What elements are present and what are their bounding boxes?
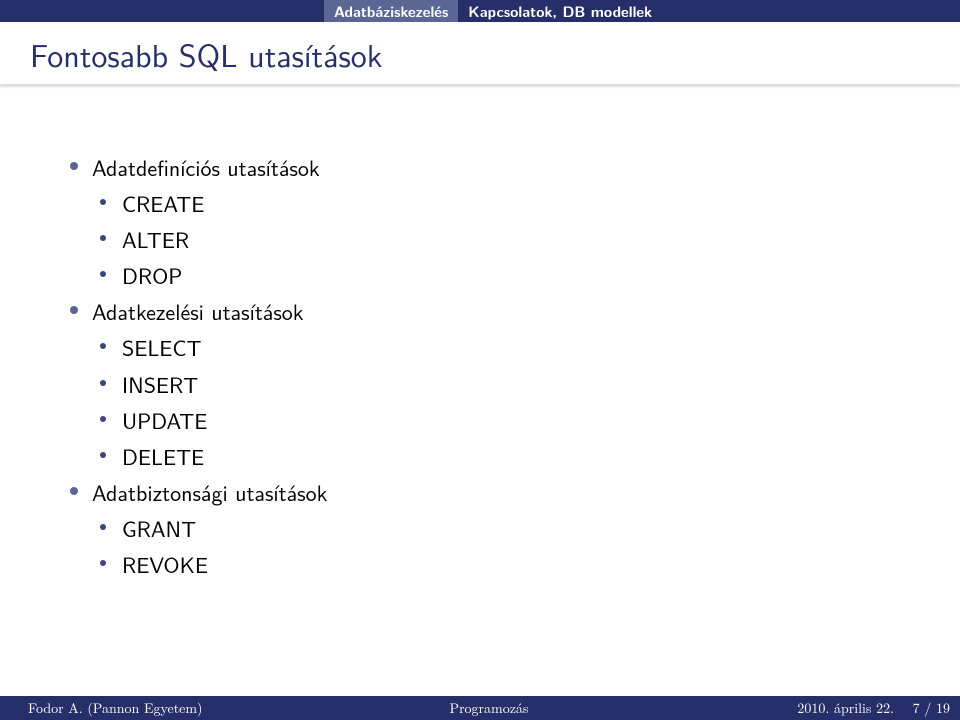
footer-course: Programozás (335, 698, 642, 718)
nav-bar: Adatbáziskezelés Kapcsolatok, DB modelle… (0, 0, 960, 22)
sub-bullet: UPDATE (100, 403, 920, 437)
sub-bullet: INSERT (100, 367, 920, 401)
bullet-label: Adatdefiníciós utasítások (92, 151, 320, 183)
slide-body: Adatdefiníciós utasítások CREATE ALTER D… (70, 150, 920, 583)
footer-bar: Fodor A. (Pannon Egyetem) Programozás 20… (0, 696, 960, 720)
nav-section-label: Adatbáziskezelés (334, 1, 448, 22)
sub-bullet-label: INSERT (122, 368, 198, 400)
nav-subsection[interactable]: Kapcsolatok, DB modellek (458, 0, 662, 22)
sub-bullet: GRANT (100, 511, 920, 545)
sub-bullet: CREATE (100, 186, 920, 220)
bullet-label: Adatkezelési utasítások (92, 295, 304, 327)
sub-bullet: DELETE (100, 439, 920, 473)
bullet-label: Adatbiztonsági utasítások (92, 476, 327, 508)
footer-author: Fodor A. (Pannon Egyetem) (0, 698, 335, 718)
slide-title: Fontosabb SQL utasítások (30, 30, 382, 77)
nav-section-active[interactable]: Adatbáziskezelés (324, 0, 458, 22)
bullet-item: Adatbiztonsági utasítások (70, 475, 920, 509)
sub-bullet: ALTER (100, 222, 920, 256)
footer-right: 2010. április 22. 7 / 19 (643, 698, 960, 718)
footer-date: 2010. április 22. (797, 698, 894, 718)
footer-page: 7 / 19 (913, 698, 950, 718)
bullet-item: Adatdefiníciós utasítások (70, 150, 920, 184)
bullet-item: Adatkezelési utasítások (70, 294, 920, 328)
sub-bullet-label: DELETE (122, 440, 204, 472)
sub-bullet: REVOKE (100, 547, 920, 581)
sub-bullet-label: CREATE (122, 187, 204, 219)
sub-bullet-label: DROP (122, 259, 182, 291)
sub-bullet: SELECT (100, 330, 920, 364)
sub-bullet: DROP (100, 258, 920, 292)
slide-title-block: Fontosabb SQL utasítások (0, 22, 960, 85)
nav-subsection-label: Kapcsolatok, DB modellek (468, 1, 652, 22)
sub-bullet-label: UPDATE (122, 404, 207, 436)
sub-bullet-label: GRANT (122, 512, 196, 544)
sub-bullet-label: ALTER (122, 223, 189, 255)
sub-bullet-label: SELECT (122, 331, 201, 363)
sub-bullet-label: REVOKE (122, 548, 208, 580)
